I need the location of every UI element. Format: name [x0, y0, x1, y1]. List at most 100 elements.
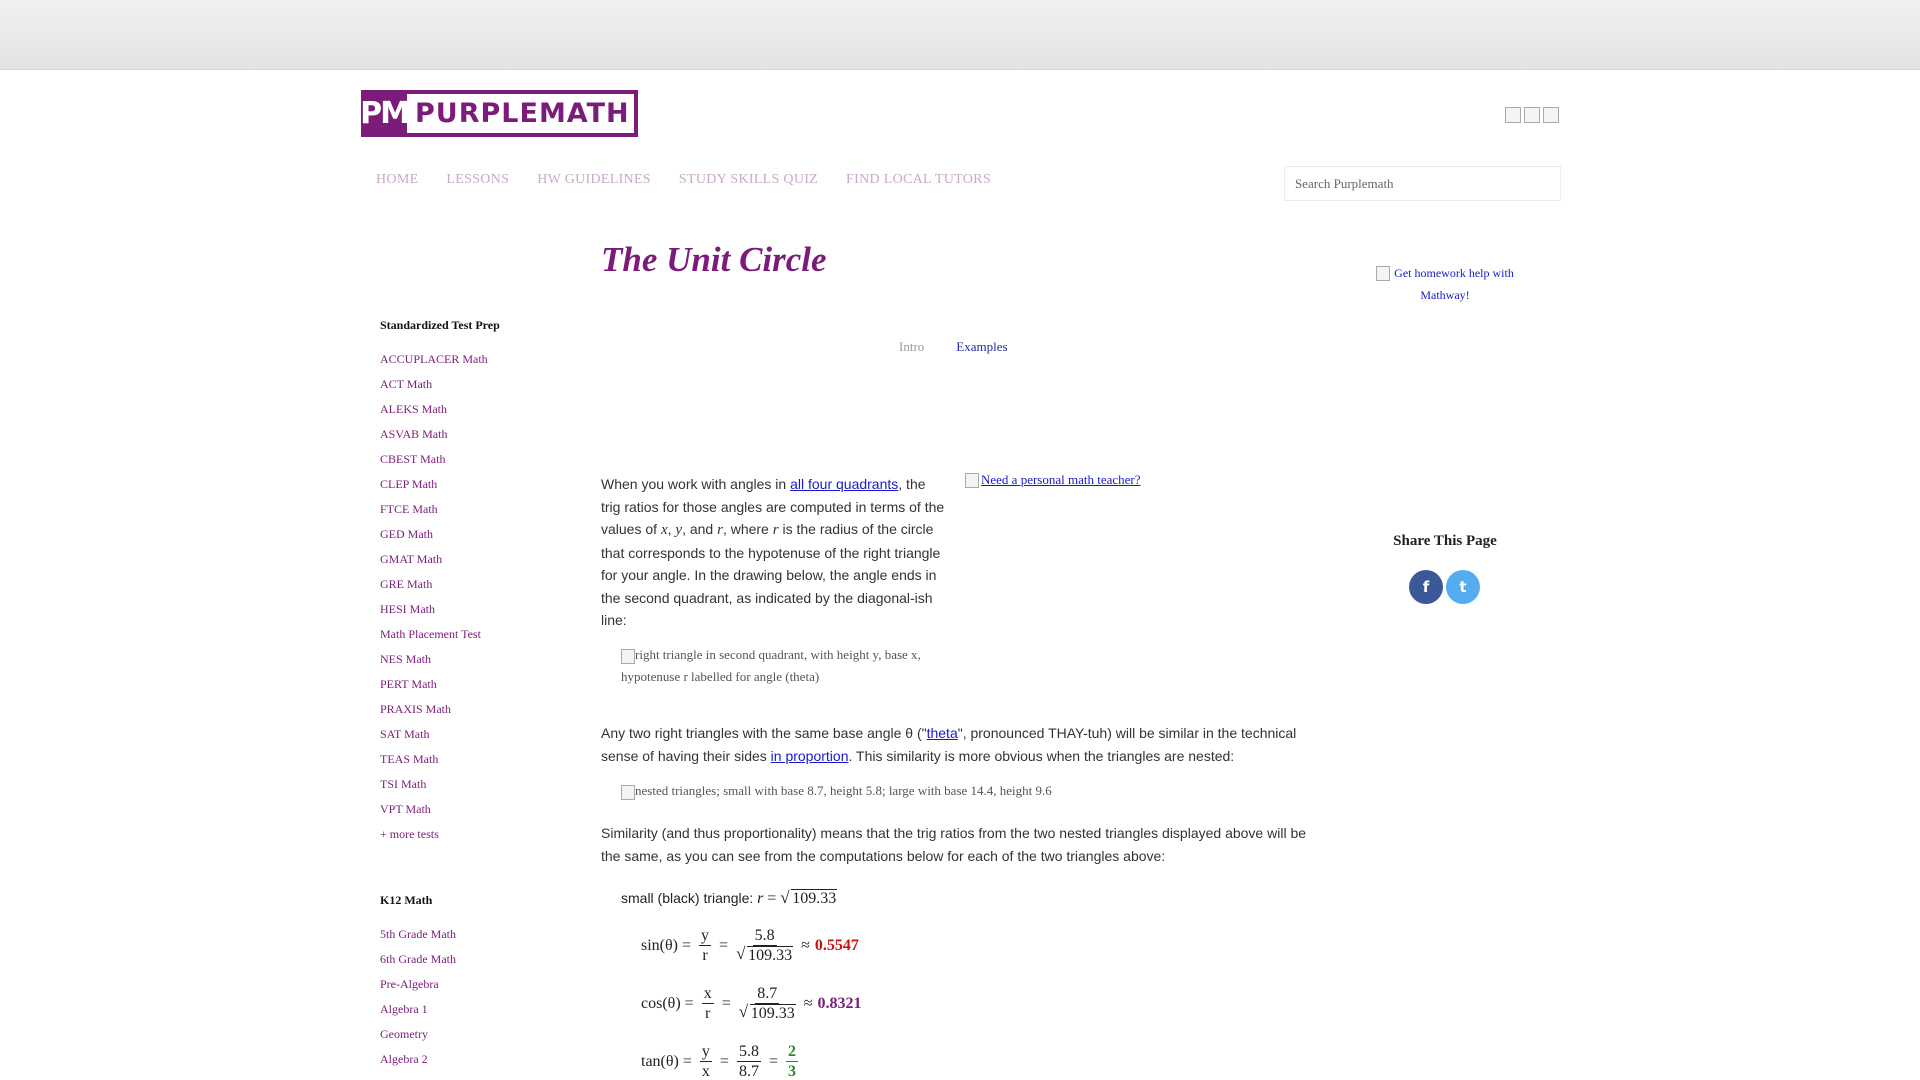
radicand: 109.33 [791, 889, 838, 907]
in-proportion-link[interactable]: in proportion [771, 748, 849, 764]
fraction: xr [701, 984, 714, 1023]
sidebar-item[interactable]: Algebra 2 [380, 1047, 566, 1072]
sidebar-item[interactable]: Pre-Algebra [380, 972, 566, 997]
fraction: 5.8 8.7 [736, 1042, 761, 1080]
fraction: yx [699, 1042, 712, 1080]
all-four-quadrants-link[interactable]: all four quadrants [790, 476, 898, 492]
nav-hw-guidelines[interactable]: HW GUIDELINES [523, 172, 665, 188]
nav-study-skills-quiz[interactable]: STUDY SKILLS QUIZ [665, 172, 832, 188]
mathway-link[interactable]: Get homework help with Mathway! [1394, 266, 1514, 302]
sidebar-item-more-tests[interactable]: + more tests [380, 822, 566, 847]
theta-link[interactable]: theta [927, 725, 958, 741]
numerator: 2 [785, 1043, 798, 1062]
text: When you work with angles in [601, 476, 791, 492]
logo-mark: PM [360, 96, 410, 131]
course-sidebar: Select a Course Below Standardized Test … [361, 245, 566, 1072]
numerator: x [701, 985, 714, 1004]
mathhelp-column-title: MathHelp.com [975, 421, 1110, 445]
sidebar-item[interactable]: ASVAB Math [380, 422, 566, 447]
broken-image-icon[interactable] [1505, 107, 1521, 123]
numerator: 5.8 [736, 1043, 761, 1062]
radius-line: small (black) triangle: r = 109.33 [621, 888, 838, 908]
lesson-subnav: Intro Examples [899, 339, 1008, 355]
tan-equation: tan(θ) = yx = 5.8 8.7 = 23 [641, 1042, 802, 1080]
text: Any two right triangles with the same ba… [601, 725, 927, 741]
denominator: x [701, 1063, 710, 1080]
nested-triangles-image: nested triangles; small with base 8.7, h… [621, 783, 1221, 800]
sidebar-item[interactable]: Geometry [380, 1022, 566, 1047]
search-input[interactable]: Search Purplemath [1284, 166, 1561, 201]
equals-sign: = [768, 1052, 778, 1070]
denominator: r [702, 947, 708, 964]
broken-image-icon [621, 648, 635, 664]
sidebar-item[interactable]: NES Math [380, 647, 566, 672]
broken-image-icon [621, 784, 635, 800]
var-r: r [757, 890, 764, 907]
sidebar-item[interactable]: GMAT Math [380, 547, 566, 572]
broken-image-icon[interactable] [1524, 107, 1540, 123]
sidebar-item[interactable]: ACT Math [380, 372, 566, 397]
denominator: 8.7 [738, 1063, 759, 1080]
top-banner [0, 0, 1920, 70]
sidebar-item[interactable]: ACCUPLACER Math [380, 347, 566, 372]
sin-equation: sin(θ) = yr = 5.8109.33 ≈ 0.5547 [641, 926, 859, 965]
approx-sign: ≈ [801, 936, 810, 954]
sidebar-item[interactable]: HESI Math [380, 597, 566, 622]
numerator: y [699, 1043, 712, 1062]
sidebar-item[interactable]: Math Placement Test [380, 622, 566, 647]
share-title: Share This Page [1393, 533, 1497, 549]
sidebar-heading: Select a Course Below [361, 245, 566, 266]
proportionality-paragraph: Similarity (and thus proportionality) me… [601, 825, 1307, 864]
sidebar-item[interactable]: TEAS Math [380, 747, 566, 772]
sin-label: sin(θ) [641, 936, 678, 954]
sidebar-item[interactable]: FTCE Math [380, 497, 566, 522]
sqrt-radical: 109.33 [736, 944, 794, 965]
sidebar-item[interactable]: 6th Grade Math [380, 947, 566, 972]
sidebar-item[interactable]: CBEST Math [380, 447, 566, 472]
mathway-ad[interactable]: Get homework help with Mathway! [1355, 262, 1535, 306]
test-prep-list: ACCUPLACER Math ACT Math ALEKS Math ASVA… [361, 347, 566, 847]
sidebar-item[interactable]: ALEKS Math [380, 397, 566, 422]
denominator: r [705, 1005, 711, 1022]
subnav-intro[interactable]: Intro [899, 339, 924, 355]
sidebar-item[interactable]: TSI Math [380, 772, 566, 797]
personal-math-teacher-ad[interactable]: Need a personal math teacher? [965, 472, 1141, 488]
sidebar-item[interactable]: SAT Math [380, 722, 566, 747]
sidebar-item[interactable]: Algebra 1 [380, 997, 566, 1022]
facebook-share-icon[interactable]: f [1409, 570, 1443, 604]
sin-answer: 0.5547 [814, 936, 859, 954]
radicand: 109.33 [749, 1004, 796, 1022]
fraction: yr [699, 926, 712, 965]
sidebar-item[interactable]: GED Math [380, 522, 566, 547]
intro-paragraph: When you work with angles in all four qu… [601, 473, 946, 632]
nav-home[interactable]: HOME [361, 172, 432, 188]
sidebar-item[interactable]: 5th Grade Math [380, 922, 566, 947]
equals-sign: = [721, 994, 731, 1012]
sidebar-item[interactable]: PRAXIS Math [380, 697, 566, 722]
numerator: y [699, 927, 712, 946]
approx-sign: ≈ [803, 994, 813, 1012]
text: , and [682, 521, 718, 537]
subnav-examples[interactable]: Examples [956, 339, 1007, 355]
sidebar-item[interactable]: CLEP Math [380, 472, 566, 497]
nav-find-local-tutors[interactable]: FIND LOCAL TUTORS [832, 172, 1005, 188]
page-title: The Unit Circle [601, 240, 827, 279]
image-alt-text: nested triangles; small with base 8.7, h… [635, 783, 1052, 798]
nav-lessons[interactable]: LESSONS [432, 172, 523, 188]
k12-list: 5th Grade Math 6th Grade Math Pre-Algebr… [361, 922, 566, 1072]
sidebar-item[interactable]: PERT Math [380, 672, 566, 697]
sidebar-item[interactable]: VPT Math [380, 797, 566, 822]
fraction: 5.8109.33 [736, 926, 794, 965]
sidebar-item[interactable]: GRE Math [380, 572, 566, 597]
radicand: 109.33 [747, 946, 794, 964]
broken-image-icon[interactable] [1543, 107, 1559, 123]
numerator: 8.7 [755, 985, 780, 1004]
sqrt-radical: 109.33 [780, 888, 838, 908]
share-buttons: f t [1409, 570, 1480, 604]
purplemath-logo[interactable]: PM PURPLEMATH [360, 90, 638, 137]
tan-answer: 23 [785, 1042, 798, 1080]
twitter-share-icon[interactable]: t [1446, 570, 1480, 604]
text: is the radius of the circle that corresp… [601, 521, 941, 628]
tan-label: tan(θ) [641, 1052, 679, 1070]
image-alt-text: right triangle in second quadrant, with … [621, 647, 921, 684]
